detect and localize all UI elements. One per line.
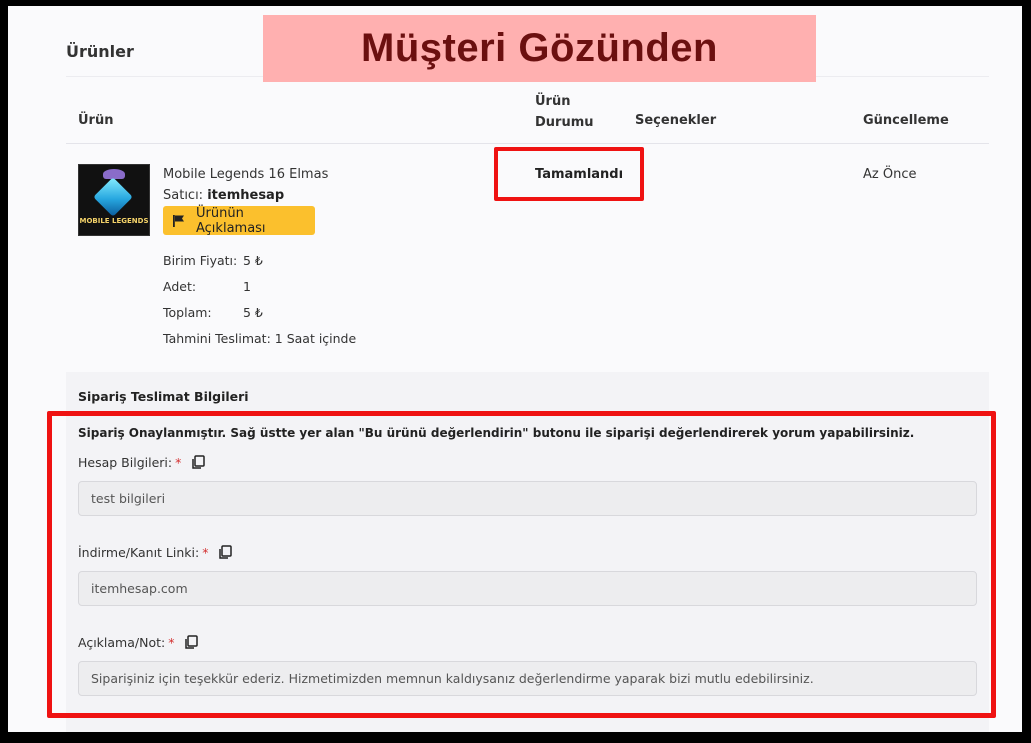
status-highlight-box	[494, 147, 644, 201]
total-row: Toplam: 5 ₺	[163, 305, 263, 320]
unit-price-label: Birim Fiyatı:	[163, 253, 238, 268]
order-page: Ürünler Müşteri Gözünden Ürün Ürün Durum…	[8, 6, 1022, 732]
eta-label: Tahmini Teslimat:	[163, 331, 271, 346]
product-name: Mobile Legends 16 Elmas	[163, 167, 329, 182]
delivery-title: Sipariş Teslimat Bilgileri	[78, 389, 249, 404]
unit-price-value: 5 ₺	[243, 253, 263, 268]
total-value: 5 ₺	[243, 305, 263, 320]
flag-icon	[172, 214, 186, 228]
seller-name[interactable]: itemhesap	[207, 188, 284, 203]
seller-line: Satıcı: itemhesap	[163, 188, 284, 203]
column-header-updated: Güncelleme	[863, 113, 949, 128]
quantity-value: 1	[243, 279, 251, 294]
total-label: Toplam:	[163, 305, 212, 320]
unit-price-row: Birim Fiyatı: 5 ₺	[163, 253, 263, 268]
column-header-status: Ürün Durumu	[535, 94, 594, 130]
section-title: Ürünler	[66, 42, 134, 61]
column-header-options: Seçenekler	[635, 113, 717, 128]
seller-label: Satıcı:	[163, 188, 204, 203]
quantity-row: Adet: 1	[163, 279, 251, 294]
eta-row: Tahmini Teslimat: 1 Saat içinde	[163, 331, 356, 346]
thumbnail-caption: MOBILE LEGENDS	[79, 217, 149, 225]
overlay-banner: Müşteri Gözünden	[263, 15, 816, 82]
product-description-label: Ürünün Açıklaması	[196, 205, 266, 236]
delivery-highlight-box	[47, 411, 996, 718]
diamond-icon	[93, 177, 133, 217]
divider	[66, 143, 989, 144]
product-thumbnail[interactable]: MOBILE LEGENDS	[78, 164, 150, 236]
eta-value: 1 Saat içinde	[274, 331, 357, 346]
last-updated: Az Önce	[863, 167, 917, 182]
product-description-button[interactable]: Ürünün Açıklaması	[163, 205, 315, 236]
column-header-product: Ürün	[78, 113, 114, 128]
quantity-label: Adet:	[163, 279, 197, 294]
